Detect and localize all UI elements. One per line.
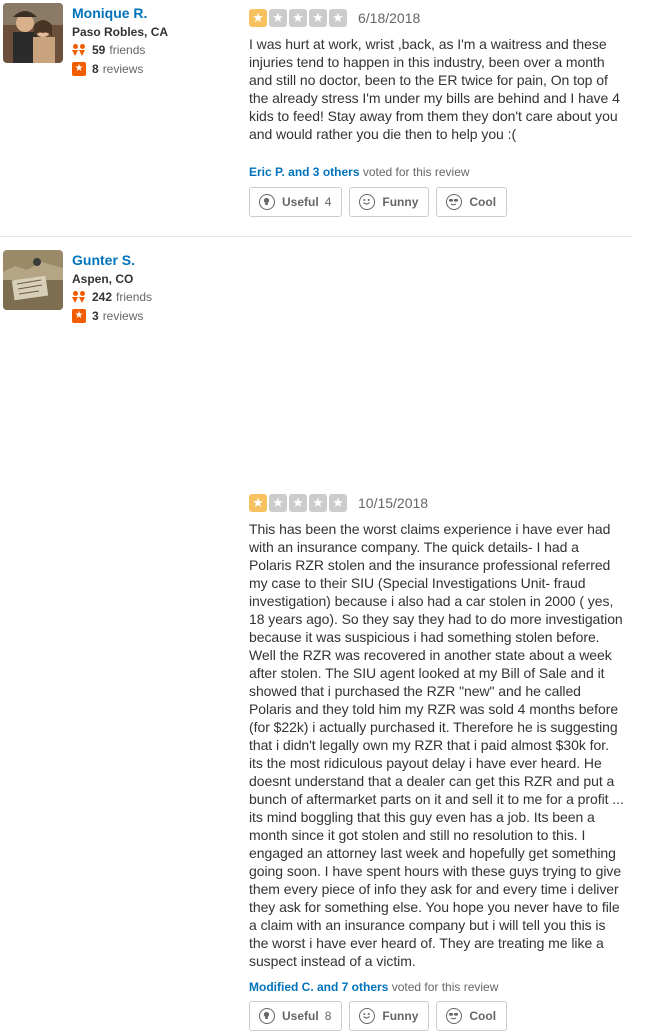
useful-count: 8 xyxy=(324,1009,332,1023)
sunglasses-icon xyxy=(446,194,463,210)
sunglasses-icon xyxy=(446,1008,463,1024)
review-count: ★ 3 reviews xyxy=(72,309,143,323)
voted-suffix: voted for this review xyxy=(391,980,499,994)
cool-label: Cool xyxy=(469,1009,497,1023)
useful-button[interactable]: Useful 4 xyxy=(249,187,343,217)
vote-summary: Modified C. and 7 others voted for this … xyxy=(249,980,498,994)
review-item: Gunter S. Aspen, CO 242 friends ★ 3 revi… xyxy=(0,237,664,1031)
useful-label: Useful xyxy=(282,1009,319,1023)
star-empty-icon: ★ xyxy=(309,494,327,512)
funny-button[interactable]: Funny xyxy=(349,187,430,217)
friend-count-value: 242 xyxy=(92,290,113,304)
voted-suffix: voted for this review xyxy=(362,165,470,179)
review-count-value: 8 xyxy=(92,62,99,76)
friend-count: 59 friends xyxy=(72,43,145,57)
vote-buttons: Useful 8 Funny Cool xyxy=(249,1001,514,1031)
star-rating: ★ ★ ★ ★ ★ xyxy=(249,9,349,27)
review-count-label: reviews xyxy=(102,309,144,323)
star-rating: ★ ★ ★ ★ ★ xyxy=(249,494,349,512)
vote-summary: Eric P. and 3 others voted for this revi… xyxy=(249,165,470,179)
user-avatar[interactable] xyxy=(3,3,63,63)
smiley-icon xyxy=(359,194,376,210)
star-empty-icon: ★ xyxy=(269,494,287,512)
star-icon: ★ xyxy=(72,62,86,76)
funny-button[interactable]: Funny xyxy=(349,1001,430,1031)
friends-icon xyxy=(72,43,86,57)
star-empty-icon: ★ xyxy=(269,9,287,27)
friend-count-value: 59 xyxy=(92,43,106,57)
user-name[interactable]: Gunter S. xyxy=(72,252,135,268)
review-item: Monique R. Paso Robles, CA 59 friends ★ … xyxy=(0,0,632,237)
lightbulb-icon xyxy=(259,1008,275,1024)
review-text: This has been the worst claims experienc… xyxy=(249,521,624,969)
funny-label: Funny xyxy=(382,1009,419,1023)
useful-count: 4 xyxy=(324,195,332,209)
star-filled-icon: ★ xyxy=(249,494,267,512)
vote-buttons: Useful 4 Funny Cool xyxy=(249,187,514,217)
lightbulb-icon xyxy=(259,194,275,210)
star-empty-icon: ★ xyxy=(289,494,307,512)
friend-count: 242 friends xyxy=(72,290,152,304)
useful-label: Useful xyxy=(282,195,319,209)
cool-label: Cool xyxy=(469,195,497,209)
star-icon: ★ xyxy=(72,309,86,323)
useful-button[interactable]: Useful 8 xyxy=(249,1001,343,1031)
friend-count-label: friends xyxy=(109,43,146,57)
friends-icon xyxy=(72,290,86,304)
star-filled-icon: ★ xyxy=(249,9,267,27)
user-location: Paso Robles, CA xyxy=(72,25,169,39)
star-empty-icon: ★ xyxy=(289,9,307,27)
voters-link[interactable]: Eric P. and 3 others xyxy=(249,165,360,179)
star-empty-icon: ★ xyxy=(329,494,347,512)
review-date: 6/18/2018 xyxy=(358,10,421,26)
voters-link[interactable]: Modified C. and 7 others xyxy=(249,980,388,994)
cool-button[interactable]: Cool xyxy=(436,187,508,217)
funny-label: Funny xyxy=(382,195,419,209)
star-empty-icon: ★ xyxy=(309,9,327,27)
review-count: ★ 8 reviews xyxy=(72,62,143,76)
review-count-value: 3 xyxy=(92,309,99,323)
review-date: 10/15/2018 xyxy=(358,495,429,511)
smiley-icon xyxy=(359,1008,376,1024)
star-empty-icon: ★ xyxy=(329,9,347,27)
user-name[interactable]: Monique R. xyxy=(72,5,147,21)
friend-count-label: friends xyxy=(116,290,153,304)
review-text: I was hurt at work, wrist ,back, as I'm … xyxy=(249,36,620,142)
review-count-label: reviews xyxy=(102,62,144,76)
user-avatar[interactable] xyxy=(3,250,63,310)
cool-button[interactable]: Cool xyxy=(436,1001,508,1031)
user-location: Aspen, CO xyxy=(72,272,134,286)
